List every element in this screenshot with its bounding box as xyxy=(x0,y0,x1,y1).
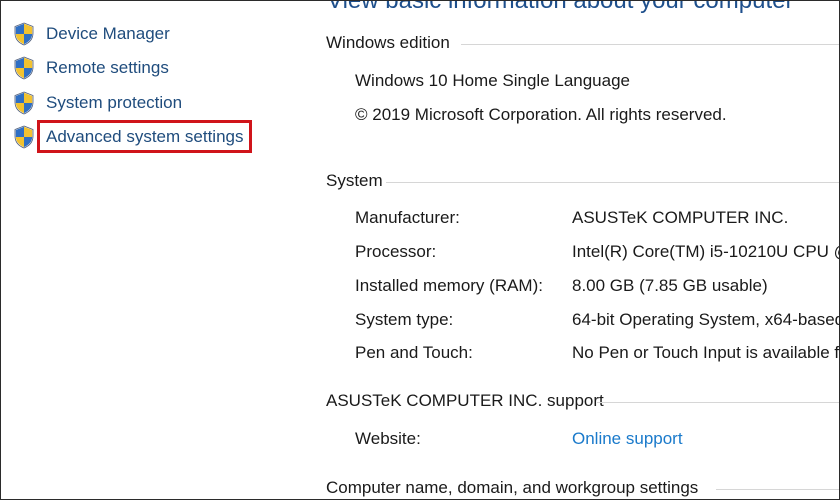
pen-touch-value: No Pen or Touch Input is available f xyxy=(572,343,840,362)
online-support-link[interactable]: Online support xyxy=(572,429,683,449)
processor-label: Processor: xyxy=(355,242,437,261)
control-panel-window: Device Manager Remote settings System pr… xyxy=(0,0,840,500)
memory-label: Installed memory (RAM): xyxy=(355,276,543,295)
sidebar: Device Manager Remote settings System pr… xyxy=(1,1,301,499)
uac-shield-icon xyxy=(14,56,34,80)
uac-shield-icon xyxy=(14,22,34,46)
manufacturer-value: ASUSTeK COMPUTER INC. xyxy=(572,208,789,227)
page-title: View basic information about your comput… xyxy=(327,0,794,14)
section-divider xyxy=(386,182,839,183)
section-divider xyxy=(716,489,839,490)
website-label: Website: xyxy=(355,429,421,448)
windows-edition-name: Windows 10 Home Single Language xyxy=(355,71,631,90)
copyright-text: © 2019 Microsoft Corporation. All rights… xyxy=(355,105,727,124)
sidebar-item-label: Device Manager xyxy=(46,24,170,43)
sidebar-item-device-manager[interactable]: Device Manager xyxy=(13,22,170,46)
pen-touch-label: Pen and Touch: xyxy=(355,343,473,362)
sidebar-item-label: Remote settings xyxy=(46,58,169,77)
section-header-windows-edition: Windows edition xyxy=(326,33,450,52)
manufacturer-label: Manufacturer: xyxy=(355,208,460,227)
sidebar-item-label: System protection xyxy=(46,93,183,112)
sidebar-item-remote-settings[interactable]: Remote settings xyxy=(13,56,169,80)
processor-value: Intel(R) Core(TM) i5-10210U CPU @ xyxy=(572,242,840,261)
section-divider xyxy=(597,402,839,403)
highlight-annotation xyxy=(37,120,252,153)
section-header-system: System xyxy=(326,171,383,190)
section-header-computer-name: Computer name, domain, and workgroup set… xyxy=(326,478,699,497)
system-type-value: 64-bit Operating System, x64-based xyxy=(572,310,840,329)
memory-value: 8.00 GB (7.85 GB usable) xyxy=(572,276,768,295)
section-divider xyxy=(461,44,839,45)
section-header-support: ASUSTeK COMPUTER INC. support xyxy=(326,391,604,410)
main-content: View basic information about your comput… xyxy=(301,0,840,499)
system-type-label: System type: xyxy=(355,310,454,329)
uac-shield-icon xyxy=(14,91,34,115)
sidebar-item-system-protection[interactable]: System protection xyxy=(13,91,182,115)
uac-shield-icon xyxy=(14,125,34,149)
